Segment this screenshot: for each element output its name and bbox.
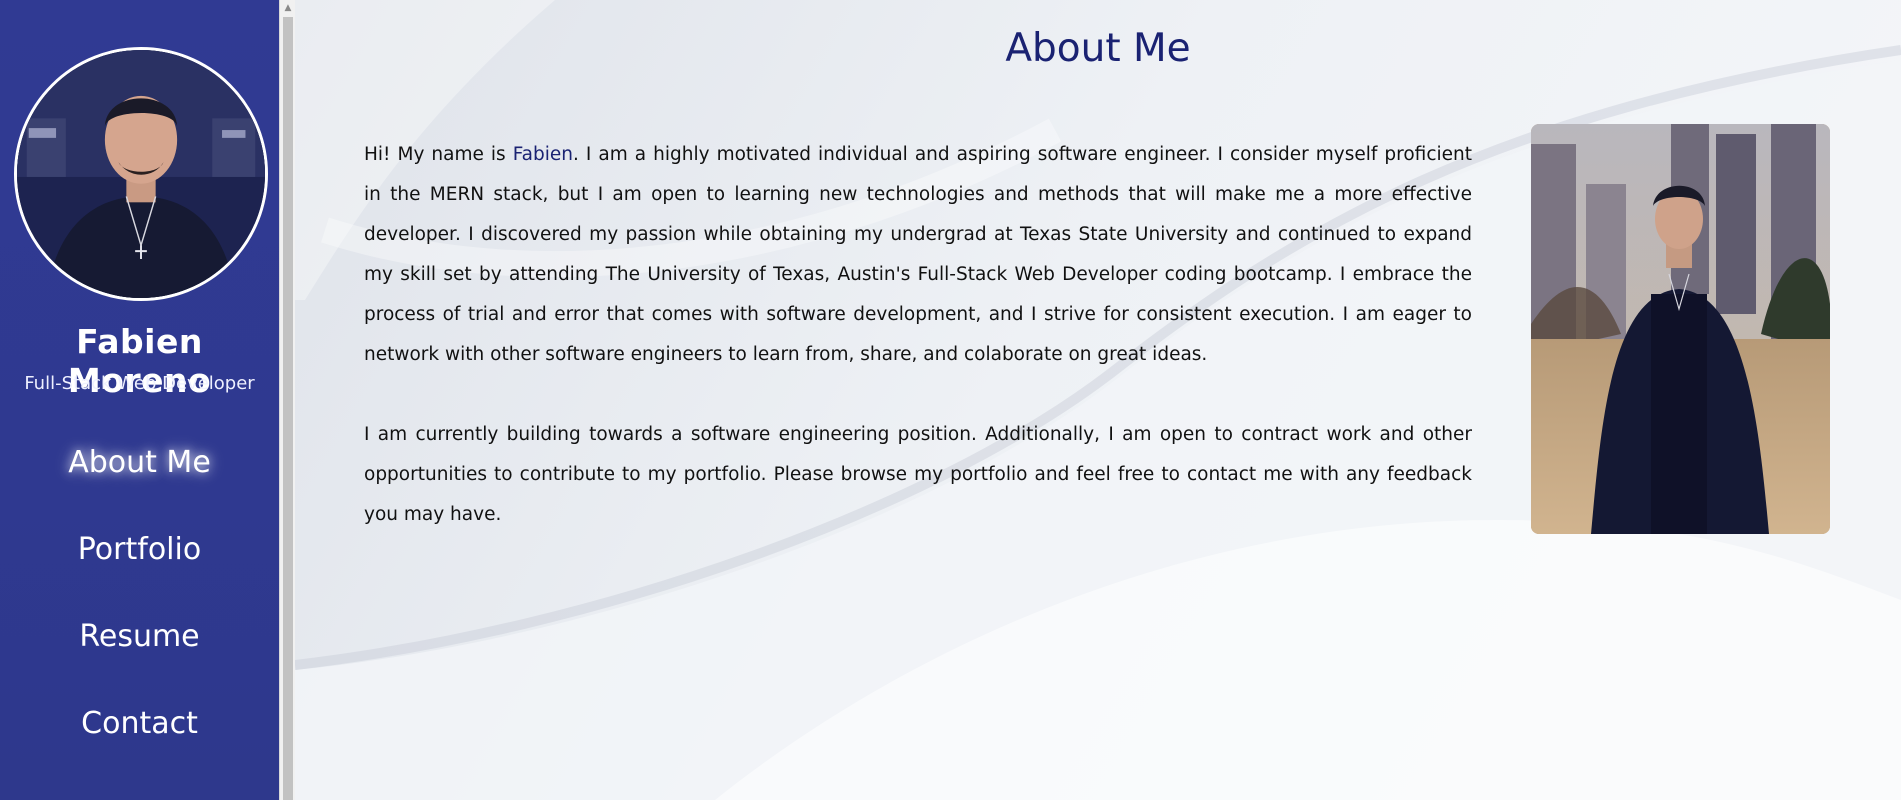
nav-portfolio[interactable]: Portfolio	[0, 532, 279, 567]
avatar	[14, 47, 268, 301]
sidebar: Fabien Moreno Full-Stack Web Developer A…	[0, 0, 279, 800]
nav-about-me[interactable]: About Me	[0, 445, 279, 480]
profile-photo	[1531, 124, 1830, 534]
bio-intro: Hi! My name is	[364, 144, 513, 165]
bio-paragraph-1: Hi! My name is Fabien. I am a highly mot…	[364, 135, 1472, 375]
avatar-photo	[17, 50, 265, 298]
scroll-thumb[interactable]	[283, 17, 293, 800]
bio-paragraph-2: I am currently building towards a softwa…	[364, 424, 1472, 525]
scroll-up-icon[interactable]: ▲	[280, 0, 296, 16]
profile-role: Full-Stack Web Developer	[24, 373, 255, 394]
main-content: About Me Hi! My name is Fabien. I am a h…	[295, 0, 1901, 800]
nav-resume[interactable]: Resume	[0, 619, 279, 654]
sidebar-scrollbar[interactable]: ▲	[279, 0, 296, 800]
bio-name-highlight: Fabien	[512, 144, 574, 165]
nav-contact[interactable]: Contact	[0, 706, 279, 741]
page-title: About Me	[1005, 26, 1191, 71]
bio-paragraph-1-body: . I am a highly motivated individual and…	[364, 144, 1472, 365]
profile-photo-image	[1531, 124, 1830, 534]
bio-text: Hi! My name is Fabien. I am a highly mot…	[364, 135, 1472, 535]
